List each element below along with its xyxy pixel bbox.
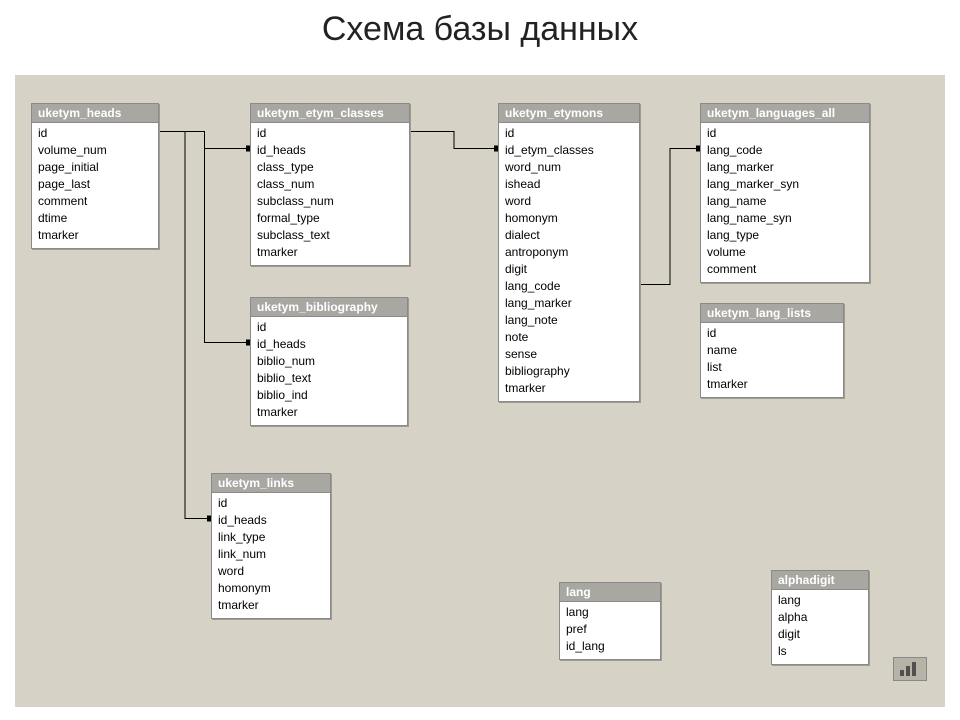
field: sense — [505, 346, 633, 363]
field: dialect — [505, 227, 633, 244]
entity-uketym-bibliography[interactable]: uketym_bibliography id id_heads biblio_n… — [250, 297, 408, 426]
entity-fields: id id_etym_classes word_num ishead word … — [499, 123, 639, 401]
field: word — [505, 193, 633, 210]
field: tmarker — [505, 380, 633, 397]
field: tmarker — [218, 597, 324, 614]
watermark-button[interactable] — [893, 657, 927, 681]
entity-fields: lang alpha digit ls — [772, 590, 868, 664]
entity-fields: id id_heads link_type link_num word homo… — [212, 493, 330, 618]
field: id — [505, 125, 633, 142]
chart-icon — [899, 661, 921, 677]
field: id_lang — [566, 638, 654, 655]
entity-header: uketym_etymons — [499, 104, 639, 123]
field: ishead — [505, 176, 633, 193]
entity-lang[interactable]: lang lang pref id_lang — [559, 582, 661, 660]
entity-uketym-etymons[interactable]: uketym_etymons id id_etym_classes word_n… — [498, 103, 640, 402]
entity-header: alphadigit — [772, 571, 868, 590]
field: page_initial — [38, 159, 152, 176]
field: homonym — [505, 210, 633, 227]
field: tmarker — [257, 244, 403, 261]
field: id — [707, 125, 863, 142]
field: lang_code — [505, 278, 633, 295]
field: tmarker — [38, 227, 152, 244]
entity-uketym-links[interactable]: uketym_links id id_heads link_type link_… — [211, 473, 331, 619]
field: bibliography — [505, 363, 633, 380]
field: antroponym — [505, 244, 633, 261]
field: link_type — [218, 529, 324, 546]
field: ls — [778, 643, 862, 660]
entity-alphadigit[interactable]: alphadigit lang alpha digit ls — [771, 570, 869, 665]
field: volume_num — [38, 142, 152, 159]
field: lang_marker — [707, 159, 863, 176]
entity-fields: id lang_code lang_marker lang_marker_syn… — [701, 123, 869, 282]
field: tmarker — [257, 404, 401, 421]
entity-uketym-languages-all[interactable]: uketym_languages_all id lang_code lang_m… — [700, 103, 870, 283]
entity-header: uketym_heads — [32, 104, 158, 123]
field: lang_type — [707, 227, 863, 244]
field: lang_marker — [505, 295, 633, 312]
field: id_etym_classes — [505, 142, 633, 159]
field: word_num — [505, 159, 633, 176]
field: id — [257, 125, 403, 142]
diagram-canvas: uketym_heads id volume_num page_initial … — [15, 75, 945, 707]
field: alpha — [778, 609, 862, 626]
field: id — [707, 325, 837, 342]
field: list — [707, 359, 837, 376]
entity-uketym-lang-lists[interactable]: uketym_lang_lists id name list tmarker — [700, 303, 844, 398]
entity-header: uketym_languages_all — [701, 104, 869, 123]
field: lang_name_syn — [707, 210, 863, 227]
field: lang — [778, 592, 862, 609]
field: dtime — [38, 210, 152, 227]
entity-uketym-etym-classes[interactable]: uketym_etym_classes id id_heads class_ty… — [250, 103, 410, 266]
entity-fields: id id_heads class_type class_num subclas… — [251, 123, 409, 265]
field: digit — [505, 261, 633, 278]
field: pref — [566, 621, 654, 638]
field: id — [257, 319, 401, 336]
field: class_type — [257, 159, 403, 176]
page-title: Схема базы данных — [0, 10, 960, 49]
entity-fields: id volume_num page_initial page_last com… — [32, 123, 158, 248]
field: tmarker — [707, 376, 837, 393]
entity-fields: id name list tmarker — [701, 323, 843, 397]
field: id_heads — [257, 336, 401, 353]
entity-fields: id id_heads biblio_num biblio_text bibli… — [251, 317, 407, 425]
field: lang_name — [707, 193, 863, 210]
field: subclass_text — [257, 227, 403, 244]
field: biblio_ind — [257, 387, 401, 404]
field: lang_marker_syn — [707, 176, 863, 193]
field: biblio_text — [257, 370, 401, 387]
field: id — [218, 495, 324, 512]
field: word — [218, 563, 324, 580]
field: page_last — [38, 176, 152, 193]
entity-header: uketym_lang_lists — [701, 304, 843, 323]
field: note — [505, 329, 633, 346]
field: name — [707, 342, 837, 359]
field: id_heads — [257, 142, 403, 159]
entity-header: uketym_links — [212, 474, 330, 493]
field: id — [38, 125, 152, 142]
field: homonym — [218, 580, 324, 597]
field: biblio_num — [257, 353, 401, 370]
field: comment — [38, 193, 152, 210]
field: lang — [566, 604, 654, 621]
field: comment — [707, 261, 863, 278]
field: volume — [707, 244, 863, 261]
entity-header: uketym_etym_classes — [251, 104, 409, 123]
field: id_heads — [218, 512, 324, 529]
entity-header: lang — [560, 583, 660, 602]
entity-uketym-heads[interactable]: uketym_heads id volume_num page_initial … — [31, 103, 159, 249]
field: link_num — [218, 546, 324, 563]
field: formal_type — [257, 210, 403, 227]
entity-header: uketym_bibliography — [251, 298, 407, 317]
field: lang_code — [707, 142, 863, 159]
field: digit — [778, 626, 862, 643]
field: class_num — [257, 176, 403, 193]
field: lang_note — [505, 312, 633, 329]
field: subclass_num — [257, 193, 403, 210]
entity-fields: lang pref id_lang — [560, 602, 660, 659]
